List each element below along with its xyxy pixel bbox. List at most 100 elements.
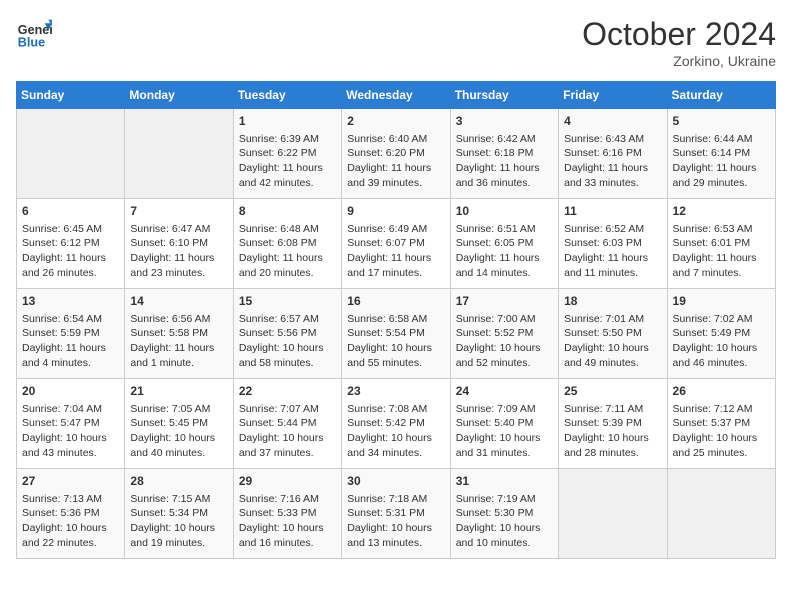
day-info: Sunrise: 7:19 AMSunset: 5:30 PMDaylight:… — [456, 492, 553, 551]
title-block: October 2024 Zorkino, Ukraine — [582, 16, 776, 69]
calendar-cell — [125, 109, 233, 199]
calendar-cell: 29 Sunrise: 7:16 AMSunset: 5:33 PMDayligh… — [233, 469, 341, 559]
day-number: 20 — [22, 383, 119, 400]
day-info: Sunrise: 6:45 AMSunset: 6:12 PMDaylight:… — [22, 222, 119, 281]
day-info: Sunrise: 6:54 AMSunset: 5:59 PMDaylight:… — [22, 312, 119, 371]
location-subtitle: Zorkino, Ukraine — [582, 53, 776, 69]
calendar-cell: 10Sunrise: 6:51 AMSunset: 6:05 PMDayligh… — [450, 199, 558, 289]
day-number: 30 — [347, 473, 444, 490]
weekday-header-friday: Friday — [559, 82, 667, 109]
calendar-cell — [667, 469, 775, 559]
calendar-cell: 9 Sunrise: 6:49 AMSunset: 6:07 PMDaylight… — [342, 199, 450, 289]
day-number: 21 — [130, 383, 227, 400]
calendar-cell: 17 Sunrise: 7:00 AMSunset: 5:52 PMDayligh… — [450, 289, 558, 379]
calendar-cell: 23Sunrise: 7:08 AMSunset: 5:42 PMDayligh… — [342, 379, 450, 469]
day-info: Sunrise: 6:43 AMSunset: 6:16 PMDaylight:… — [564, 132, 661, 191]
day-number: 28 — [130, 473, 227, 490]
calendar-week-1: 1Sunrise: 6:39 AMSunset: 6:22 PMDaylight… — [17, 109, 776, 199]
day-number: 22 — [239, 383, 336, 400]
calendar-cell: 3 Sunrise: 6:42 AMSunset: 6:18 PMDaylight… — [450, 109, 558, 199]
calendar-table: SundayMondayTuesdayWednesdayThursdayFrid… — [16, 81, 776, 559]
day-number: 18 — [564, 293, 661, 310]
calendar-cell: 25Sunrise: 7:11 AMSunset: 5:39 PMDayligh… — [559, 379, 667, 469]
day-number: 17 — [456, 293, 553, 310]
day-info: Sunrise: 6:52 AMSunset: 6:03 PMDaylight:… — [564, 222, 661, 281]
weekday-header-sunday: Sunday — [17, 82, 125, 109]
day-info: Sunrise: 6:57 AMSunset: 5:56 PMDaylight:… — [239, 312, 336, 371]
logo-icon: General Blue — [16, 16, 52, 52]
calendar-cell: 22 Sunrise: 7:07 AMSunset: 5:44 PMDayligh… — [233, 379, 341, 469]
calendar-cell: 19 Sunrise: 7:02 AMSunset: 5:49 PMDayligh… — [667, 289, 775, 379]
calendar-cell: 4 Sunrise: 6:43 AMSunset: 6:16 PMDaylight… — [559, 109, 667, 199]
day-info: Sunrise: 6:42 AMSunset: 6:18 PMDaylight:… — [456, 132, 553, 191]
calendar-cell: 30Sunrise: 7:18 AMSunset: 5:31 PMDayligh… — [342, 469, 450, 559]
day-number: 15 — [239, 293, 336, 310]
day-info: Sunrise: 6:49 AMSunset: 6:07 PMDaylight:… — [347, 222, 444, 281]
day-number: 19 — [673, 293, 770, 310]
calendar-cell: 5Sunrise: 6:44 AMSunset: 6:14 PMDaylight… — [667, 109, 775, 199]
calendar-cell: 13 Sunrise: 6:54 AMSunset: 5:59 PMDayligh… — [17, 289, 125, 379]
day-number: 23 — [347, 383, 444, 400]
day-info: Sunrise: 7:16 AMSunset: 5:33 PMDaylight:… — [239, 492, 336, 551]
calendar-cell: 28 Sunrise: 7:15 AMSunset: 5:34 PMDayligh… — [125, 469, 233, 559]
svg-text:Blue: Blue — [18, 36, 45, 50]
day-info: Sunrise: 7:15 AMSunset: 5:34 PMDaylight:… — [130, 492, 227, 551]
day-number: 7 — [130, 203, 227, 220]
day-number: 29 — [239, 473, 336, 490]
day-info: Sunrise: 6:44 AMSunset: 6:14 PMDaylight:… — [673, 132, 770, 191]
calendar-cell: 11Sunrise: 6:52 AMSunset: 6:03 PMDayligh… — [559, 199, 667, 289]
day-number: 31 — [456, 473, 553, 490]
day-info: Sunrise: 6:58 AMSunset: 5:54 PMDaylight:… — [347, 312, 444, 371]
calendar-cell: 6 Sunrise: 6:45 AMSunset: 6:12 PMDaylight… — [17, 199, 125, 289]
calendar-cell: 20 Sunrise: 7:04 AMSunset: 5:47 PMDayligh… — [17, 379, 125, 469]
calendar-week-5: 27 Sunrise: 7:13 AMSunset: 5:36 PMDayligh… — [17, 469, 776, 559]
weekday-header-monday: Monday — [125, 82, 233, 109]
calendar-week-2: 6 Sunrise: 6:45 AMSunset: 6:12 PMDaylight… — [17, 199, 776, 289]
day-number: 6 — [22, 203, 119, 220]
day-info: Sunrise: 7:07 AMSunset: 5:44 PMDaylight:… — [239, 402, 336, 461]
weekday-header-tuesday: Tuesday — [233, 82, 341, 109]
day-number: 3 — [456, 113, 553, 130]
day-info: Sunrise: 7:00 AMSunset: 5:52 PMDaylight:… — [456, 312, 553, 371]
calendar-cell: 26Sunrise: 7:12 AMSunset: 5:37 PMDayligh… — [667, 379, 775, 469]
day-number: 12 — [673, 203, 770, 220]
day-number: 4 — [564, 113, 661, 130]
day-info: Sunrise: 7:13 AMSunset: 5:36 PMDaylight:… — [22, 492, 119, 551]
day-info: Sunrise: 7:02 AMSunset: 5:49 PMDaylight:… — [673, 312, 770, 371]
day-number: 13 — [22, 293, 119, 310]
calendar-cell: 15 Sunrise: 6:57 AMSunset: 5:56 PMDayligh… — [233, 289, 341, 379]
calendar-cell: 7 Sunrise: 6:47 AMSunset: 6:10 PMDaylight… — [125, 199, 233, 289]
day-number: 25 — [564, 383, 661, 400]
weekday-header-saturday: Saturday — [667, 82, 775, 109]
logo: General Blue — [16, 16, 52, 52]
calendar-cell: 21 Sunrise: 7:05 AMSunset: 5:45 PMDayligh… — [125, 379, 233, 469]
day-info: Sunrise: 6:40 AMSunset: 6:20 PMDaylight:… — [347, 132, 444, 191]
calendar-cell: 18 Sunrise: 7:01 AMSunset: 5:50 PMDayligh… — [559, 289, 667, 379]
calendar-cell: 27 Sunrise: 7:13 AMSunset: 5:36 PMDayligh… — [17, 469, 125, 559]
weekday-header-wednesday: Wednesday — [342, 82, 450, 109]
calendar-cell: 12Sunrise: 6:53 AMSunset: 6:01 PMDayligh… — [667, 199, 775, 289]
calendar-cell: 16 Sunrise: 6:58 AMSunset: 5:54 PMDayligh… — [342, 289, 450, 379]
calendar-week-4: 20 Sunrise: 7:04 AMSunset: 5:47 PMDayligh… — [17, 379, 776, 469]
day-info: Sunrise: 7:04 AMSunset: 5:47 PMDaylight:… — [22, 402, 119, 461]
day-number: 2 — [347, 113, 444, 130]
calendar-cell: 31 Sunrise: 7:19 AMSunset: 5:30 PMDayligh… — [450, 469, 558, 559]
month-title: October 2024 — [582, 16, 776, 53]
calendar-cell: 8Sunrise: 6:48 AMSunset: 6:08 PMDaylight… — [233, 199, 341, 289]
day-info: Sunrise: 7:05 AMSunset: 5:45 PMDaylight:… — [130, 402, 227, 461]
day-number: 27 — [22, 473, 119, 490]
calendar-week-3: 13 Sunrise: 6:54 AMSunset: 5:59 PMDayligh… — [17, 289, 776, 379]
day-info: Sunrise: 7:01 AMSunset: 5:50 PMDaylight:… — [564, 312, 661, 371]
calendar-cell — [17, 109, 125, 199]
day-info: Sunrise: 6:47 AMSunset: 6:10 PMDaylight:… — [130, 222, 227, 281]
day-number: 24 — [456, 383, 553, 400]
day-number: 14 — [130, 293, 227, 310]
day-info: Sunrise: 6:56 AMSunset: 5:58 PMDaylight:… — [130, 312, 227, 371]
calendar-cell — [559, 469, 667, 559]
day-info: Sunrise: 7:12 AMSunset: 5:37 PMDaylight:… — [673, 402, 770, 461]
day-info: Sunrise: 7:09 AMSunset: 5:40 PMDaylight:… — [456, 402, 553, 461]
calendar-cell: 1Sunrise: 6:39 AMSunset: 6:22 PMDaylight… — [233, 109, 341, 199]
day-number: 8 — [239, 203, 336, 220]
day-number: 9 — [347, 203, 444, 220]
day-number: 16 — [347, 293, 444, 310]
